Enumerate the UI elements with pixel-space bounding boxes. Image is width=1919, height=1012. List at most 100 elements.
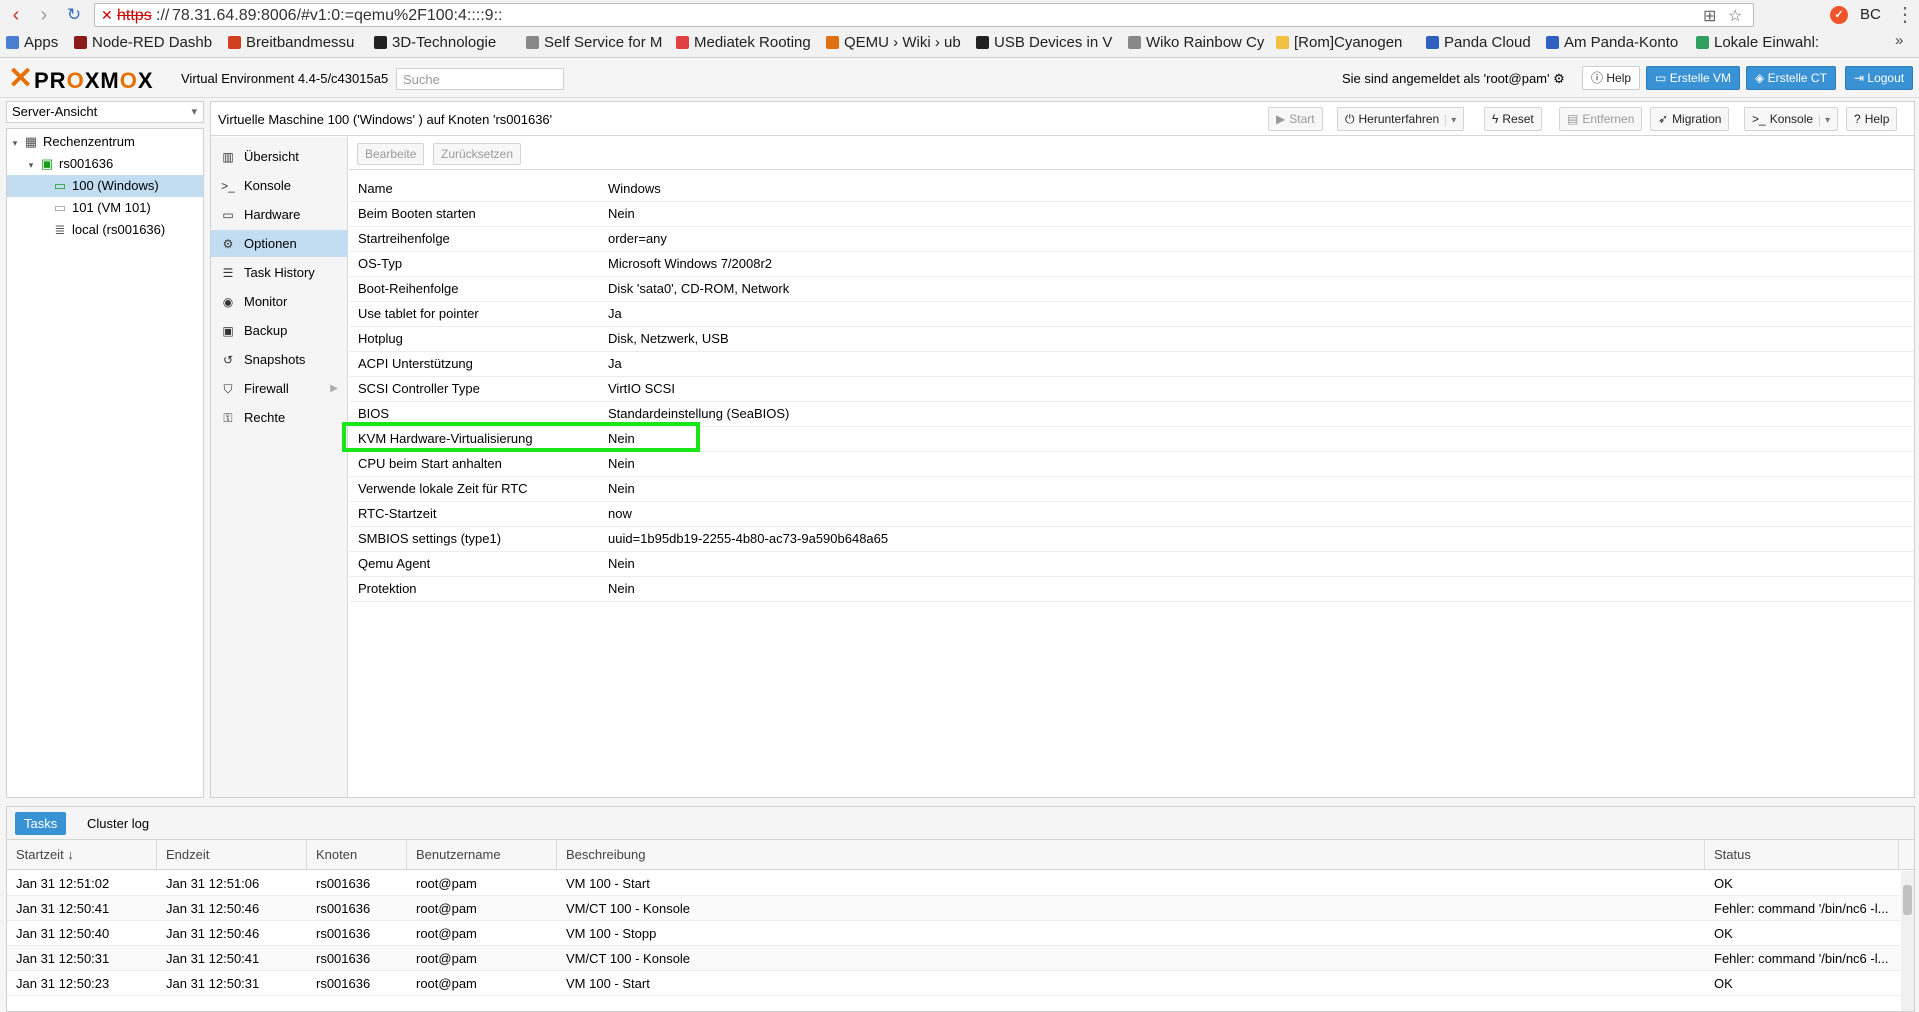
bookmark-star-icon[interactable]: ☆: [1728, 6, 1742, 26]
submenu-item-task-history[interactable]: ☰ Task History: [211, 259, 348, 286]
option-row[interactable]: ACPI Unterstützung Ja: [349, 352, 1914, 377]
revert-button[interactable]: Zurücksetzen: [433, 143, 522, 165]
profile-badge[interactable]: BC: [1860, 6, 1881, 23]
option-row[interactable]: Beim Booten starten Nein: [349, 202, 1914, 227]
create-vm-button[interactable]: ▭ Erstelle VM: [1646, 66, 1741, 90]
remove-button[interactable]: ▤ Entfernen: [1559, 107, 1643, 131]
option-row[interactable]: Protektion Nein: [349, 577, 1914, 602]
tree-node-vm-100[interactable]: ▭ 100 (Windows): [7, 175, 203, 197]
shutdown-button[interactable]: ⏻ Herunterfahren ▾: [1337, 107, 1465, 131]
bookmark-favicon-icon: [826, 36, 839, 49]
option-row[interactable]: SCSI Controller Type VirtIO SCSI: [349, 377, 1914, 402]
extension-icon[interactable]: ✓: [1830, 6, 1848, 24]
option-row[interactable]: RTC-Startzeit now: [349, 502, 1914, 527]
submenu-item-options[interactable]: ⚙ Optionen: [211, 230, 348, 257]
option-row[interactable]: CPU beim Start anhalten Nein: [349, 452, 1914, 477]
submenu-item-summary[interactable]: ▥ Übersicht: [211, 143, 348, 170]
table-row[interactable]: Jan 31 12:50:31 Jan 31 12:50:41 rs001636…: [7, 946, 1900, 971]
logout-button[interactable]: ⇥ Logout: [1845, 66, 1914, 90]
chevron-down-icon[interactable]: ▾: [1445, 115, 1457, 126]
bookmark-item[interactable]: QEMU › Wiki › ub: [826, 32, 966, 54]
chevron-down-icon[interactable]: ▾: [1819, 115, 1831, 126]
panel-help-button[interactable]: ? Help: [1846, 107, 1898, 131]
column-header-description[interactable]: Beschreibung: [557, 840, 1705, 870]
column-header-status[interactable]: Status: [1705, 840, 1899, 870]
submenu-item-console[interactable]: >_ Konsole: [211, 172, 348, 199]
reload-icon[interactable]: ↻: [62, 4, 86, 26]
bookmark-item[interactable]: Node-RED Dashb: [74, 32, 214, 54]
bookmark-item[interactable]: Mediatek Rooting: [676, 32, 816, 54]
column-header-starttime[interactable]: Startzeit ↓: [7, 840, 157, 870]
column-header-endtime[interactable]: Endzeit: [157, 840, 307, 870]
submenu-item-permissions[interactable]: ⚿ Rechte: [211, 404, 348, 431]
option-row[interactable]: Qemu Agent Nein: [349, 552, 1914, 577]
scrollbar-thumb[interactable]: [1903, 885, 1912, 915]
bookmark-item[interactable]: 3D-Technologie: [374, 32, 514, 54]
bookmark-item[interactable]: Breitbandmessu: [228, 32, 366, 54]
forward-icon[interactable]: ›: [32, 4, 56, 26]
collapse-icon[interactable]: ▾: [27, 154, 35, 176]
tree-node-storage[interactable]: ≣ local (rs001636): [7, 219, 203, 241]
table-row[interactable]: Jan 31 12:50:23 Jan 31 12:50:31 rs001636…: [7, 971, 1900, 996]
option-row[interactable]: Name Windows: [349, 177, 1914, 202]
column-header-user[interactable]: Benutzername: [407, 840, 557, 870]
option-value: VirtIO SCSI: [608, 381, 675, 396]
option-row[interactable]: Startreihenfolge order=any: [349, 227, 1914, 252]
submenu-item-monitor[interactable]: ◉ Monitor: [211, 288, 348, 315]
submenu-item-firewall[interactable]: ⛉ Firewall ▶: [211, 375, 348, 402]
collapse-icon[interactable]: ▾: [11, 132, 19, 154]
migrate-button[interactable]: ➶ Migration: [1650, 107, 1730, 131]
translate-icon[interactable]: ⊞: [1703, 6, 1716, 26]
bookmarks-bar: Apps Node-RED Dashb Breitbandmessu 3D-Te…: [0, 30, 1919, 56]
option-row[interactable]: Hotplug Disk, Netzwerk, USB: [349, 327, 1914, 352]
tab-cluster-log[interactable]: Cluster log: [78, 812, 158, 835]
bookmark-item[interactable]: USB Devices in V: [976, 32, 1116, 54]
reset-button[interactable]: ϟ Reset: [1484, 107, 1542, 131]
create-ct-button[interactable]: ◈ Erstelle CT: [1746, 66, 1836, 90]
chevron-right-icon[interactable]: ▶: [330, 375, 338, 402]
submenu-item-snapshots[interactable]: ↺ Snapshots: [211, 346, 348, 373]
table-row[interactable]: Jan 31 12:50:41 Jan 31 12:50:46 rs001636…: [7, 896, 1900, 921]
tasks-scrollbar[interactable]: [1901, 871, 1914, 1011]
option-row[interactable]: Boot-Reihenfolge Disk 'sata0', CD-ROM, Ne…: [349, 277, 1914, 302]
bookmark-apps[interactable]: Apps: [6, 32, 66, 54]
column-header-node[interactable]: Knoten: [307, 840, 407, 870]
option-row[interactable]: SMBIOS settings (type1) uuid=1b95db19-225…: [349, 527, 1914, 552]
option-row[interactable]: Verwende lokale Zeit für RTC Nein: [349, 477, 1914, 502]
tasks-table-header: Startzeit ↓ Endzeit Knoten Benutzername …: [7, 840, 1914, 870]
table-row[interactable]: Jan 31 12:51:02 Jan 31 12:51:06 rs001636…: [7, 871, 1900, 896]
option-key: RTC-Startzeit: [358, 506, 437, 521]
bookmark-favicon-icon: [1696, 36, 1709, 49]
bookmark-item[interactable]: Lokale Einwahl:: [1696, 32, 1886, 54]
header-help-button[interactable]: ⓘ Help: [1582, 66, 1641, 90]
tree-node-vm-101[interactable]: ▭ 101 (VM 101): [7, 197, 203, 219]
address-bar[interactable]: ✕ https :// 78.31.64.89:8006/#v1:0:=qemu…: [94, 3, 1754, 27]
chrome-menu-icon[interactable]: ⋮: [1895, 2, 1915, 27]
proxmox-logo-text: PROXMOX: [34, 68, 154, 93]
start-button[interactable]: ▶ Start: [1268, 107, 1323, 131]
option-row[interactable]: Use tablet for pointer Ja: [349, 302, 1914, 327]
bookmark-favicon-icon: [1426, 36, 1439, 49]
gear-icon[interactable]: ⚙: [1553, 71, 1565, 86]
submenu-item-backup[interactable]: ▣ Backup: [211, 317, 348, 344]
table-row[interactable]: Jan 31 12:50:40 Jan 31 12:50:46 rs001636…: [7, 921, 1900, 946]
bookmark-item[interactable]: Self Service for M: [526, 32, 664, 54]
bookmark-item[interactable]: [Rom]Cyanogen: [1276, 32, 1416, 54]
edit-button[interactable]: Bearbeite: [357, 143, 425, 165]
bookmark-item[interactable]: Panda Cloud: [1426, 32, 1546, 54]
trash-icon: ▤: [1567, 112, 1579, 126]
bookmark-item[interactable]: Am Panda-Konto: [1546, 32, 1694, 54]
option-value: order=any: [608, 231, 667, 246]
back-icon[interactable]: ‹: [4, 4, 28, 26]
console-button[interactable]: >_ Konsole ▾: [1744, 107, 1839, 131]
bookmark-item[interactable]: Wiko Rainbow Cy: [1128, 32, 1266, 54]
bookmarks-overflow-icon[interactable]: »: [1895, 32, 1903, 49]
tab-tasks[interactable]: Tasks: [15, 812, 67, 835]
submenu-item-hardware[interactable]: ▭ Hardware: [211, 201, 348, 228]
search-input[interactable]: [396, 68, 564, 90]
option-value: Nein: [608, 456, 635, 471]
option-row[interactable]: OS-Typ Microsoft Windows 7/2008r2: [349, 252, 1914, 277]
tree-node-host[interactable]: ▾ ▣ rs001636: [7, 153, 203, 175]
tree-node-datacenter[interactable]: ▾ ▦ Rechenzentrum: [7, 131, 203, 153]
view-select[interactable]: Server-Ansicht ▾: [6, 101, 204, 123]
